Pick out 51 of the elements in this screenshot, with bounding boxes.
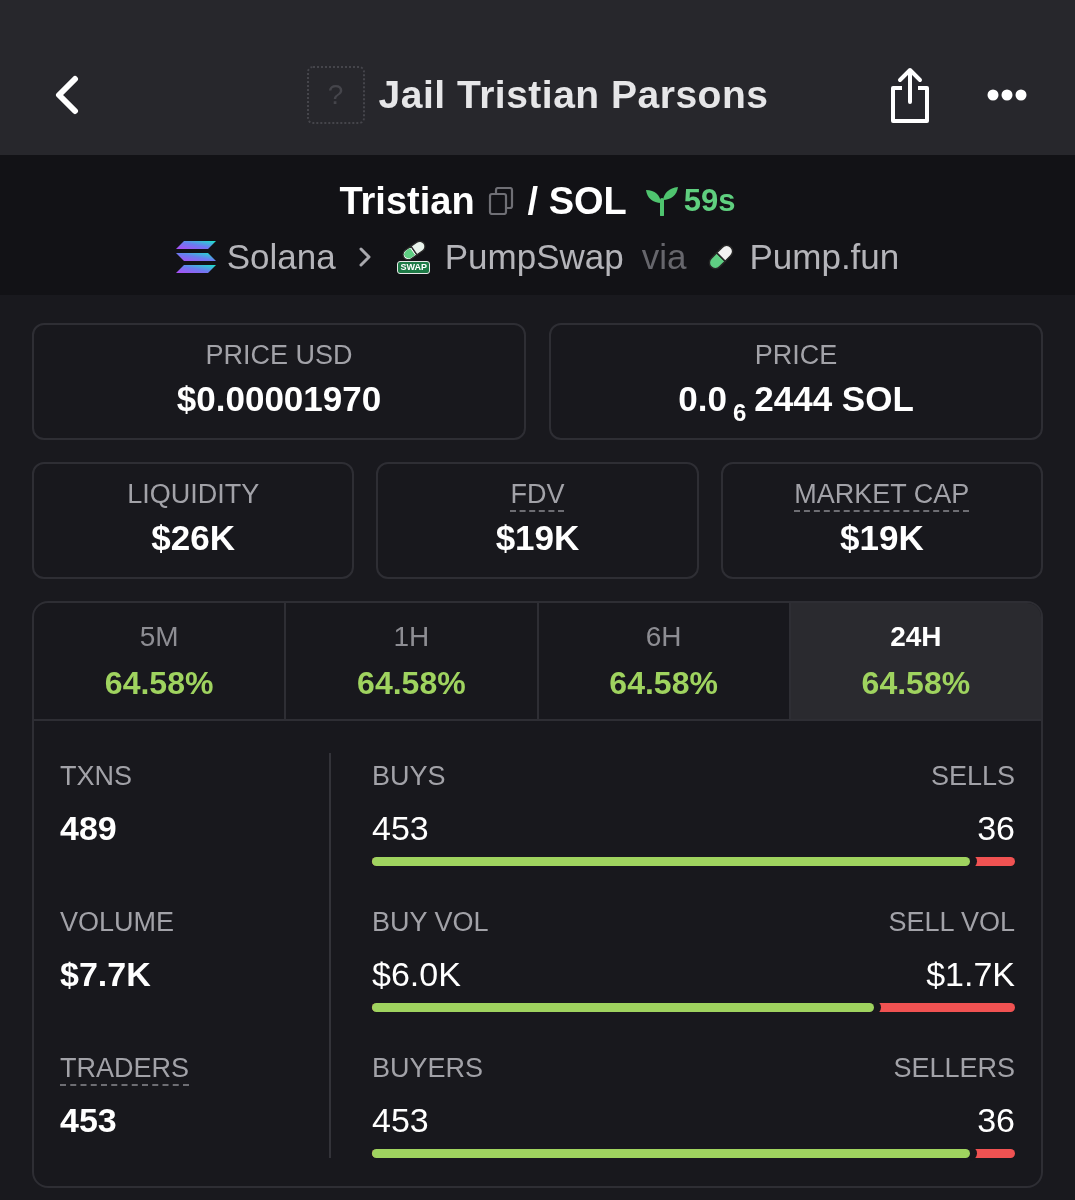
question-mark-glyph: ?: [327, 79, 344, 110]
stat-label: TXNS: [60, 760, 132, 793]
copy-icon[interactable]: [487, 187, 514, 215]
chevron-right-icon: [357, 246, 372, 268]
stat-value: 489: [60, 808, 117, 849]
share-button[interactable]: [889, 65, 931, 124]
card-value: $0.00001970: [176, 378, 382, 420]
stat-value: 453: [372, 808, 429, 849]
card-value: $26K: [151, 517, 235, 559]
swap-badge: SWAP: [397, 261, 430, 274]
solana-logo-icon: [175, 241, 216, 273]
stat-label: SELLS: [930, 760, 1015, 793]
share-icon: [889, 65, 931, 124]
chain-name[interactable]: Solana: [226, 235, 336, 279]
stat-label: TRADERS: [60, 1052, 189, 1085]
timeframe-tab[interactable]: 24H 64.58%: [790, 603, 1041, 719]
card-value: 0.0$_{6}$2444 SOL: [678, 378, 914, 421]
stat-label: VOLUME: [60, 906, 175, 939]
more-icon: [987, 88, 1027, 101]
card-label: LIQUIDITY: [127, 478, 260, 511]
stat-value: $6.0K: [372, 954, 461, 995]
stat-label: BUYERS: [372, 1052, 484, 1085]
card-label: PRICE USD: [205, 339, 353, 372]
base-token-name: Tristian: [339, 179, 475, 223]
pair-age: 59s: [683, 182, 736, 220]
timeframe-tab[interactable]: 5M 64.58%: [34, 603, 287, 719]
card-label: MARKET CAP: [794, 478, 970, 511]
via-text: via: [641, 236, 687, 278]
back-button[interactable]: [54, 74, 80, 115]
stat-value: $1.7K: [926, 954, 1015, 995]
more-button[interactable]: [987, 88, 1027, 101]
card-label: FDV: [510, 478, 565, 511]
stat-label: SELL VOL: [888, 906, 1015, 939]
stat-label: BUY VOL: [372, 906, 489, 939]
card-value: $19K: [840, 517, 924, 559]
stat-label: BUYS: [372, 760, 446, 793]
token-title: Jail Tristian Parsons: [378, 71, 769, 118]
stat-value: 36: [977, 1100, 1015, 1141]
dex-name[interactable]: PumpSwap: [444, 235, 624, 279]
timeframe-tab[interactable]: 1H 64.58%: [286, 603, 539, 719]
sprout-icon: [644, 186, 679, 216]
quote-token-name: / SOL: [527, 179, 627, 223]
stat-value: 453: [60, 1100, 117, 1141]
launchpad-name[interactable]: Pump.fun: [749, 235, 900, 279]
card-label: PRICE: [754, 339, 838, 372]
stat-value: $7.7K: [60, 954, 151, 995]
stat-label: SELLERS: [893, 1052, 1015, 1085]
chevron-left-icon: [54, 74, 80, 115]
stat-value: 36: [977, 808, 1015, 849]
card-value: $19K: [495, 517, 580, 559]
stat-value: 453: [372, 1100, 429, 1141]
